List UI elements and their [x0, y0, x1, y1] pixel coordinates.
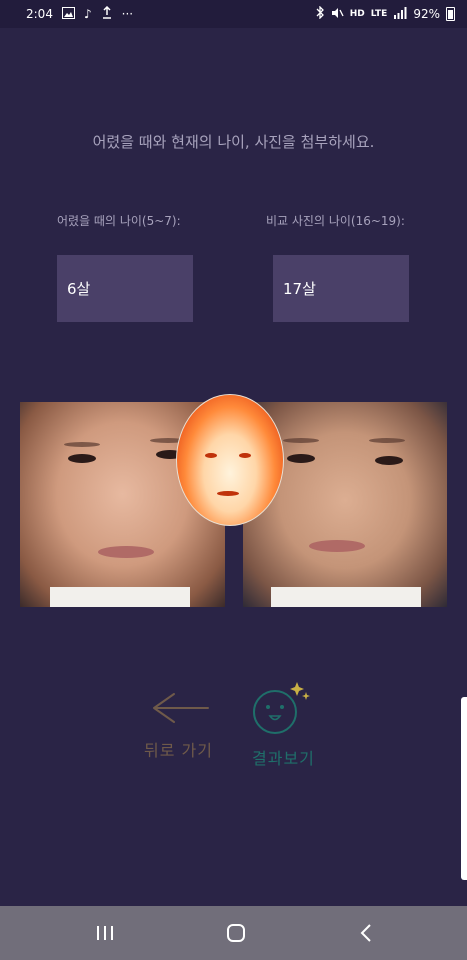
photo-eye-right — [375, 456, 403, 465]
merged-eye-right — [239, 453, 251, 458]
child-age-label: 어렸을 때의 나이(5~7): — [57, 214, 181, 228]
signal-icon — [393, 6, 407, 22]
more-icon: ··· — [121, 7, 134, 21]
edge-panel-handle[interactable] — [461, 697, 467, 880]
photo-mouth — [98, 546, 154, 558]
photo-brow-left — [283, 438, 319, 443]
chevron-left-icon — [360, 924, 371, 942]
image-icon — [61, 6, 75, 22]
hd-badge: HD — [349, 8, 365, 19]
photo-collar — [271, 587, 421, 607]
photo-eye-left — [287, 454, 315, 463]
status-left: 2:04 ♪ ··· — [26, 5, 134, 22]
status-bar: 2:04 ♪ ··· HD LTE 92% — [0, 0, 467, 28]
lte-badge: LTE — [370, 8, 388, 19]
result-button[interactable] — [250, 676, 320, 738]
photo-brow-right — [369, 438, 405, 443]
bluetooth-icon — [316, 5, 325, 22]
back-arrow-icon — [153, 693, 209, 723]
child-age-input[interactable]: 6살 — [57, 255, 193, 322]
photo-eye-left — [68, 454, 96, 463]
smiley-icon — [253, 682, 310, 734]
recent-apps-button[interactable] — [75, 906, 135, 960]
photo-brow-left — [64, 442, 100, 447]
home-button[interactable] — [206, 906, 266, 960]
battery-percent: 92% — [413, 7, 440, 21]
back-nav-button[interactable] — [336, 906, 396, 960]
compare-age-label: 비교 사진의 나이(16~19): — [266, 214, 405, 228]
photo-collar — [50, 587, 190, 607]
network-type: HD — [349, 8, 365, 19]
status-time: 2:04 — [26, 7, 53, 21]
home-icon — [227, 924, 245, 942]
compare-age-input[interactable]: 17살 — [273, 255, 409, 322]
back-button-label[interactable]: 뒤로 가기 — [144, 737, 213, 761]
instruction-text: 어렸을 때와 현재의 나이, 사진을 첨부하세요. — [92, 133, 375, 151]
navigation-bar — [0, 906, 467, 960]
result-button-label[interactable]: 결과보기 — [252, 745, 315, 769]
upload-icon — [101, 5, 113, 22]
battery-icon — [446, 7, 455, 21]
music-note-icon: ♪ — [83, 7, 92, 21]
status-right: HD LTE 92% — [316, 5, 455, 22]
merged-face-preview — [176, 394, 284, 526]
merged-mouth — [217, 491, 239, 496]
recent-apps-icon — [97, 926, 113, 940]
mute-icon — [331, 7, 344, 22]
photo-mouth — [309, 540, 365, 552]
merged-eye-left — [205, 453, 217, 458]
